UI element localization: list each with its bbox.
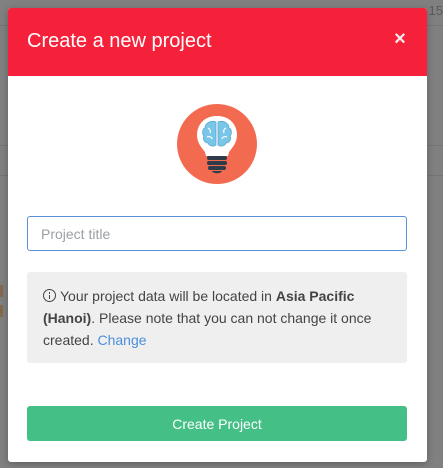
close-button[interactable]: × xyxy=(389,26,411,52)
lightbulb-brain-icon xyxy=(177,104,257,184)
create-project-dialog: Create a new project × Project title You… xyxy=(8,8,427,462)
info-text-suffix: . Please note that you can not change it… xyxy=(43,310,372,348)
background-mark xyxy=(0,305,3,317)
close-icon: × xyxy=(394,28,406,50)
info-text-prefix: Your project data will be located in xyxy=(60,288,276,304)
project-title-input[interactable] xyxy=(27,216,407,251)
background-number: 15 xyxy=(428,3,443,18)
change-region-link[interactable]: Change xyxy=(97,332,146,348)
dialog-title: Create a new project xyxy=(27,30,212,52)
region-info-box: Your project data will be located in Asi… xyxy=(27,272,407,363)
info-circle-icon xyxy=(43,289,56,302)
background-mark xyxy=(0,285,3,297)
dialog-header: Create a new project × xyxy=(8,8,427,76)
create-project-button[interactable]: Create Project xyxy=(27,406,407,441)
